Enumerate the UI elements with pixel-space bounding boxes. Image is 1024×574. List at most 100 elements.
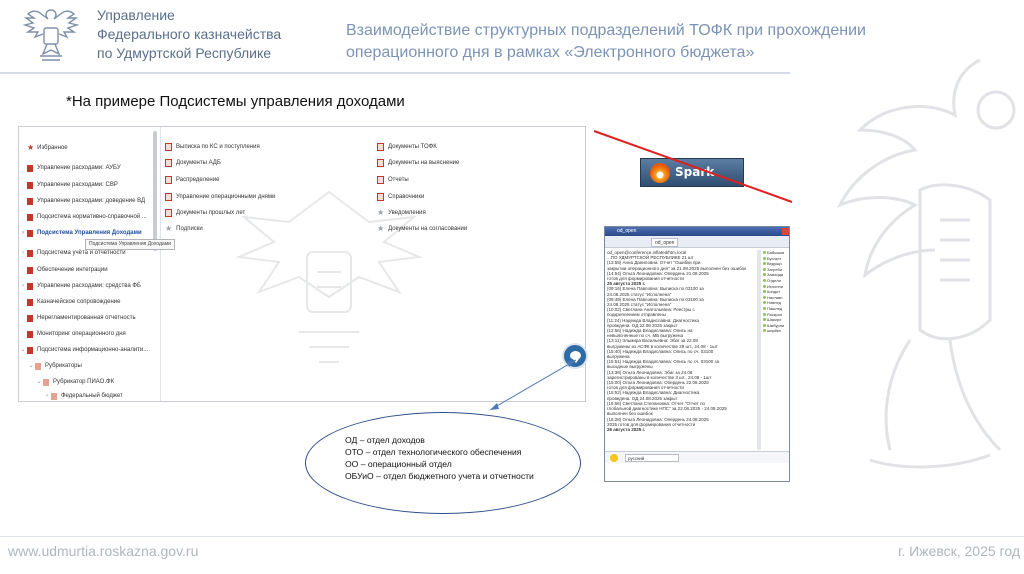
- module-link-label: Справочники: [388, 194, 425, 200]
- participant-name: Шакиро: [767, 317, 782, 323]
- caret-right-icon: ›: [46, 393, 48, 399]
- nav-item-label: Избранное: [37, 145, 68, 151]
- spark-flame-icon: [650, 163, 670, 183]
- status-dot-icon: [763, 306, 766, 310]
- nav-item-label: Рубрикаторы: [45, 363, 82, 369]
- chat-bubble-icon[interactable]: [562, 343, 588, 369]
- module-link[interactable]: Документы АДБ: [165, 157, 221, 169]
- status-dot-icon: [763, 323, 766, 327]
- module-link-label: Документы прошлых лет: [176, 210, 246, 216]
- document-icon: [165, 143, 172, 151]
- caret-down-icon: ⌄: [36, 379, 42, 385]
- chat-message-line: 26 августа 2025 г.: [607, 426, 646, 432]
- status-dot-icon: [763, 262, 766, 266]
- participant-name: Бабышки: [767, 250, 785, 255]
- folder-icon: [27, 229, 33, 237]
- module-link-label: Управление операционными днями: [176, 194, 276, 200]
- nav-item-nsi[interactable]: Подсистема нормативно-справочной ...: [19, 210, 153, 224]
- status-dot-icon: [763, 284, 766, 288]
- module-link[interactable]: ★ Документы на согласовании: [377, 223, 467, 235]
- legend-item: ОО – операционный отдел: [345, 459, 452, 469]
- nav-item-favorites[interactable]: ★ Избранное: [19, 141, 153, 155]
- participant-name: Новлед: [767, 300, 781, 306]
- close-icon[interactable]: [782, 228, 789, 235]
- org-name: Управление Федерального казначейства по …: [97, 6, 281, 63]
- org-name-line: Федерального казначейства: [97, 26, 282, 42]
- document-icon: [377, 176, 384, 184]
- nav-item-vd[interactable]: Управление расходами: доведение ВД: [19, 194, 153, 208]
- document-icon: [377, 193, 384, 201]
- nav-item-analytics[interactable]: ⌄ Подсистема информационно-аналити...: [19, 343, 153, 357]
- status-dot-icon: [763, 278, 766, 282]
- star-icon: ★: [377, 224, 385, 233]
- folder-icon: [27, 164, 33, 172]
- folder-icon: [27, 282, 33, 290]
- nav-item-unreg-report[interactable]: Нерегламентированная отчетность: [19, 311, 153, 325]
- caret-right-icon: ›: [22, 283, 24, 289]
- status-dot-icon: [763, 267, 766, 271]
- module-link[interactable]: ★ Подписки: [165, 223, 203, 235]
- navigation-tree: ★ Избранное Управление расходами: АУБУ Уп…: [19, 127, 161, 401]
- nav-item-svr[interactable]: Управление расходами: СВР: [19, 178, 153, 192]
- folder-icon: [27, 298, 33, 306]
- caret-down-icon: ⌄: [28, 363, 34, 369]
- nav-item-integration[interactable]: Обеспечение интеграции: [19, 263, 153, 277]
- nav-item-label: Рубрикатор ПИАО.ФК: [53, 379, 115, 385]
- module-link-label: Уведомления: [388, 210, 426, 216]
- eagle-watermark-icon: [836, 58, 1016, 469]
- participant-name: Шмбурни: [767, 322, 785, 328]
- nav-item-label: Управление расходами: СВР: [37, 182, 118, 188]
- nav-item-federal-budget[interactable]: › Федеральный бюджет: [43, 389, 177, 401]
- nav-item-op-day-monitor[interactable]: Мониторинг операционного дня: [19, 327, 153, 341]
- status-dot-icon: [763, 329, 766, 333]
- footer-divider: [0, 536, 1024, 537]
- nav-item-label: Казначейское сопровождение: [37, 299, 121, 305]
- module-link[interactable]: Документы прошлых лет: [165, 207, 245, 219]
- chat-scrollbar[interactable]: [757, 250, 761, 450]
- nav-item-label: Подсистема нормативно-справочной ...: [37, 214, 147, 220]
- participant-name: Исполни: [767, 283, 783, 289]
- module-link[interactable]: ★ Уведомления: [377, 207, 426, 219]
- participant-item[interactable]: ширйкн: [763, 328, 789, 334]
- status-dot-icon: [763, 256, 766, 260]
- module-link[interactable]: Документы на выяснение: [377, 157, 459, 169]
- document-icon: [377, 143, 384, 151]
- status-dot-icon: [763, 273, 766, 277]
- module-link-label: Распределение: [176, 177, 220, 183]
- participant-name: Отдели: [767, 277, 781, 283]
- nav-item-support[interactable]: Казначейское сопровождение: [19, 295, 153, 309]
- participant-name: Загреби: [767, 266, 783, 272]
- caret-down-icon: ⌄: [20, 347, 26, 353]
- chat-input-bar: русский: [605, 451, 789, 463]
- caret-right-icon: ›: [22, 250, 24, 256]
- nav-item-fb[interactable]: › Управление расходами: средства ФБ: [19, 279, 153, 293]
- module-link[interactable]: Отчеты: [377, 174, 409, 186]
- language-select[interactable]: русский: [625, 454, 679, 462]
- nav-item-rubricators[interactable]: ⌄ Рубрикаторы: [27, 359, 161, 373]
- nav-item-label: Мониторинг операционного дня: [37, 331, 126, 337]
- tab-od-open[interactable]: od_open: [651, 238, 679, 247]
- module-link-label: Выписка по КС и поступления: [176, 144, 260, 150]
- nav-item-aubu[interactable]: Управление расходами: АУБУ: [19, 161, 153, 175]
- spark-window-title: od_open: [617, 228, 637, 234]
- smile-icon[interactable]: [610, 454, 618, 462]
- chat-log: od_open@conference.inflated/htm.local...…: [607, 250, 757, 450]
- module-link[interactable]: Документы ТОФК: [377, 141, 437, 153]
- module-link[interactable]: Справочники: [377, 191, 424, 203]
- nav-scrollbar[interactable]: [153, 131, 157, 251]
- module-link[interactable]: Выписка по КС и поступления: [165, 141, 260, 153]
- folder-icon: [27, 266, 33, 274]
- document-icon: [165, 209, 172, 217]
- status-dot-icon: [763, 295, 766, 299]
- participant-name: ширйкн: [767, 328, 781, 334]
- module-link[interactable]: Управление операционными днями: [165, 191, 275, 203]
- nav-item-label: Управление расходами: доведение ВД: [37, 198, 146, 204]
- spark-button[interactable]: Spark: [640, 158, 744, 187]
- nav-item-piao[interactable]: ⌄ Рубрикатор ПИАО.ФК: [35, 375, 169, 389]
- folder-icon: [43, 378, 49, 386]
- nav-item-income[interactable]: › Подсистема Управления Доходами: [19, 226, 153, 240]
- app-screenshot-panel: ★ Избранное Управление расходами: АУБУ Уп…: [18, 126, 586, 402]
- arrowhead-icon: [490, 403, 499, 410]
- spark-tabbar: od_open: [605, 236, 789, 248]
- module-link[interactable]: Распределение: [165, 174, 219, 186]
